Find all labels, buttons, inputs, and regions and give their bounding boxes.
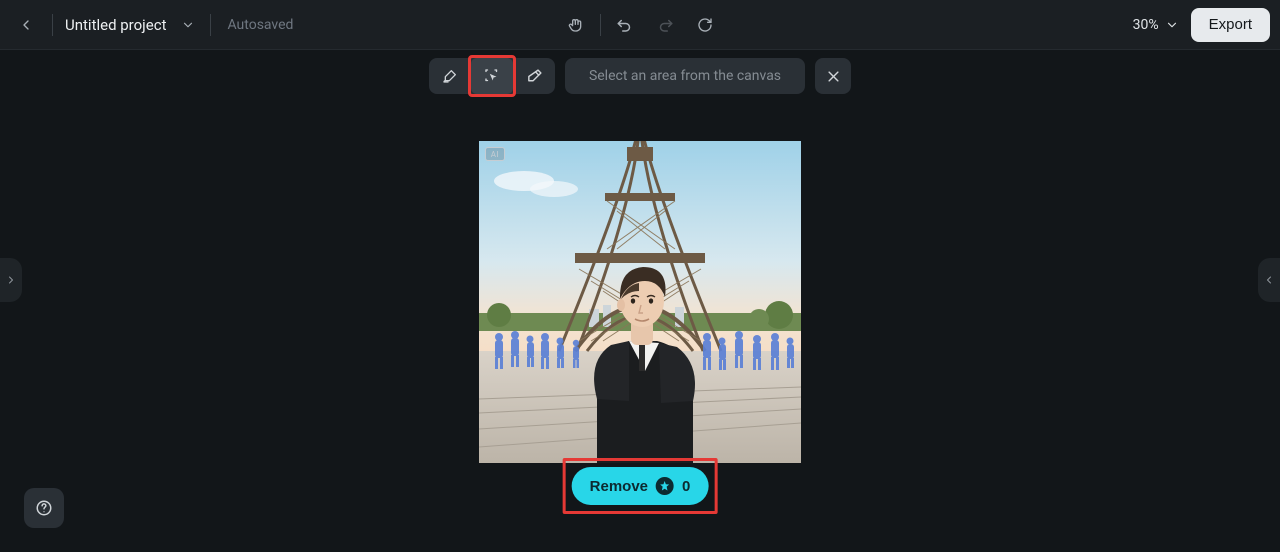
close-toolstrip-button[interactable]: [815, 58, 851, 94]
auto-select-tool[interactable]: [471, 58, 513, 94]
top-bar-left: Untitled project Autosaved: [10, 9, 560, 41]
remove-label: Remove: [590, 478, 648, 495]
refresh-icon: [697, 17, 713, 33]
canvas[interactable]: AI: [479, 141, 801, 463]
chevron-down-icon: [181, 18, 195, 32]
project-title[interactable]: Untitled project: [65, 16, 166, 34]
autosaved-status: Autosaved: [227, 17, 293, 33]
remove-highlight: Remove 0: [563, 458, 718, 514]
refresh-button[interactable]: [689, 9, 721, 41]
remove-button[interactable]: Remove 0: [572, 467, 709, 505]
chevron-down-icon: [1165, 18, 1179, 32]
zoom-dropdown[interactable]: 30%: [1133, 17, 1179, 33]
redo-button: [649, 9, 681, 41]
prompt-hint: Select an area from the canvas: [565, 58, 805, 94]
canvas-image: [479, 141, 801, 463]
chevron-left-icon: [18, 17, 34, 33]
hand-tool-button[interactable]: [560, 9, 592, 41]
close-icon: [826, 69, 841, 84]
chevron-left-icon: [1263, 274, 1275, 286]
divider: [52, 14, 53, 36]
help-icon: [35, 499, 53, 517]
tool-group: [429, 58, 555, 94]
eraser-icon: [526, 68, 543, 85]
auto-select-icon: [483, 67, 501, 85]
export-button[interactable]: Export: [1191, 8, 1270, 42]
back-button[interactable]: [10, 9, 42, 41]
top-bar-right: 30% Export: [721, 8, 1271, 42]
right-panel-toggle[interactable]: [1258, 258, 1280, 302]
chevron-right-icon: [5, 274, 17, 286]
top-bar: Untitled project Autosaved 30% Export: [0, 0, 1280, 50]
undo-icon: [616, 16, 634, 34]
ai-badge: AI: [485, 147, 505, 161]
undo-button[interactable]: [609, 9, 641, 41]
brush-tool[interactable]: [429, 58, 471, 94]
zoom-level: 30%: [1133, 17, 1159, 33]
credits-icon: [656, 477, 674, 495]
top-bar-center: [560, 9, 721, 41]
credits-count: 0: [682, 478, 690, 495]
eraser-tool[interactable]: [513, 58, 555, 94]
divider: [600, 14, 601, 36]
divider: [210, 14, 211, 36]
project-title-dropdown[interactable]: [176, 9, 200, 41]
brush-icon: [442, 68, 458, 84]
redo-icon: [656, 16, 674, 34]
help-button[interactable]: [24, 488, 64, 528]
tool-strip: Select an area from the canvas: [429, 58, 851, 94]
hand-icon: [568, 17, 584, 33]
left-panel-toggle[interactable]: [0, 258, 22, 302]
